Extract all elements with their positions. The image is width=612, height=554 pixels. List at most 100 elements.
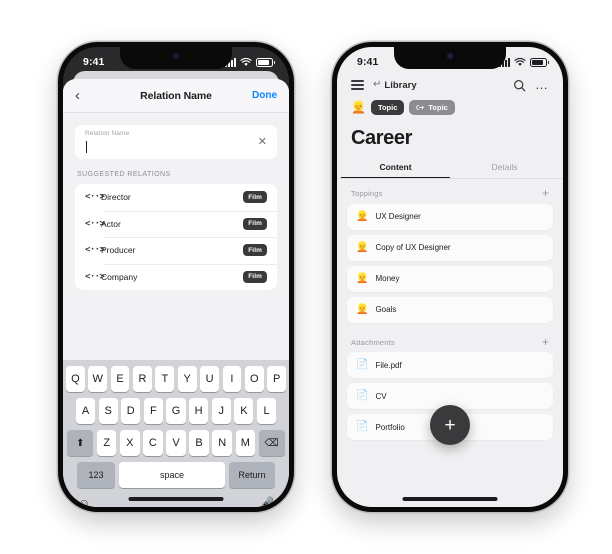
item-label: Goals: [375, 305, 397, 315]
microphone-icon[interactable]: 🎤: [259, 496, 274, 507]
tab-bar: Content Details: [337, 156, 563, 179]
item-label: Copy of UX Designer: [375, 243, 451, 253]
section-title: Attachments: [351, 337, 395, 347]
clear-input-icon[interactable]: ✕: [258, 136, 267, 148]
space-key[interactable]: space: [119, 462, 225, 488]
badge-label: Topic: [377, 102, 398, 112]
item-label: UX Designer: [375, 212, 421, 222]
add-floating-action-button[interactable]: +: [430, 405, 470, 445]
key-d[interactable]: D: [121, 398, 141, 424]
backspace-key[interactable]: ⌫: [258, 430, 285, 456]
list-item[interactable]: <··> Director Film: [75, 184, 277, 211]
list-item[interactable]: <··> Actor Film: [75, 210, 277, 238]
list-item[interactable]: 📄 File.pdf: [347, 352, 553, 379]
person-emoji-icon: 👱: [356, 303, 369, 315]
key-y[interactable]: Y: [177, 366, 197, 392]
relation-icon: <··>: [85, 245, 105, 256]
key-k[interactable]: K: [234, 398, 254, 424]
key-j[interactable]: J: [211, 398, 231, 424]
badges-row: 👱 Topic Topic: [337, 95, 563, 119]
breadcrumb-label: Library: [384, 79, 417, 91]
key-x[interactable]: X: [120, 430, 140, 456]
key-e[interactable]: E: [110, 366, 130, 392]
key-c[interactable]: C: [143, 430, 163, 456]
link-chain-icon: [416, 104, 425, 110]
key-a[interactable]: A: [75, 398, 96, 424]
text-cursor: [85, 141, 87, 153]
list-item[interactable]: <··> Producer Film: [75, 237, 277, 264]
list-item[interactable]: 👱 Goals: [347, 296, 553, 323]
keyboard-row-2: A S D F G H J K L: [66, 398, 286, 424]
more-horizontal-icon[interactable]: …: [535, 78, 549, 91]
list-item[interactable]: 👱 Copy of UX Designer: [347, 234, 553, 261]
key-n[interactable]: N: [212, 430, 232, 456]
battery-icon: [530, 57, 549, 67]
section-title: Toppings: [351, 189, 383, 199]
status-time: 9:41: [357, 56, 379, 68]
relation-label: Producer: [101, 245, 136, 256]
screenshot-canvas: 9:41 ‹ Relation Name Done Relation Name …: [0, 0, 612, 554]
status-badge: Film: [243, 244, 267, 257]
key-w[interactable]: W: [88, 366, 108, 392]
add-attachment-icon[interactable]: +: [542, 336, 549, 348]
key-h[interactable]: H: [189, 398, 209, 424]
document-icon: 📄: [356, 421, 369, 433]
key-t[interactable]: T: [155, 366, 175, 392]
key-p[interactable]: P: [267, 366, 286, 392]
suggested-relations-list: <··> Director Film <··> Actor Film <··> …: [75, 184, 277, 290]
phone-screen-right: 9:41 ↵ Library … 👱 Topic Topic Career Co…: [337, 47, 563, 507]
item-label: File.pdf: [375, 360, 402, 370]
key-q[interactable]: Q: [66, 366, 85, 392]
emoji-smiley-icon[interactable]: ☺: [78, 496, 90, 507]
shift-key[interactable]: ⬆: [67, 430, 94, 456]
suggested-relations-label: SUGGESTED RELATIONS: [77, 171, 171, 178]
key-r[interactable]: R: [133, 366, 152, 392]
status-badge: Film: [243, 217, 267, 230]
relation-name-input[interactable]: Relation Name ✕: [75, 125, 277, 159]
tab-content[interactable]: Content: [341, 156, 450, 178]
numbers-key[interactable]: 123: [77, 462, 115, 488]
section-header-toppings: Toppings +: [337, 179, 563, 204]
on-screen-keyboard[interactable]: Q W E R T Y U I O P A S D F G H J K L ⬆ …: [63, 360, 289, 507]
relation-icon: <··>: [85, 218, 105, 229]
phone-device-right: 9:41 ↵ Library … 👱 Topic Topic Career Co…: [332, 42, 568, 512]
item-label: Portfolio: [375, 422, 405, 432]
home-indicator: [402, 497, 498, 501]
key-o[interactable]: O: [244, 366, 264, 392]
keyboard-row-3: ⬆ Z X C V B N M ⌫: [66, 430, 286, 456]
list-item[interactable]: <··> Company Film: [75, 263, 277, 291]
relation-icon: <··>: [85, 271, 105, 282]
device-notch: [120, 47, 232, 69]
key-u[interactable]: U: [200, 366, 219, 392]
item-label: Money: [375, 274, 400, 284]
badge-label: Topic: [428, 102, 448, 112]
key-z[interactable]: Z: [96, 430, 117, 456]
relation-name-field-wrap: Relation Name ✕: [63, 113, 289, 159]
search-icon[interactable]: [513, 79, 526, 92]
topic-badge-primary[interactable]: Topic: [370, 99, 405, 115]
list-item[interactable]: 👱 UX Designer: [347, 203, 553, 230]
key-m[interactable]: M: [235, 430, 256, 456]
key-v[interactable]: V: [166, 430, 186, 456]
tab-details[interactable]: Details: [450, 156, 559, 178]
phone-device-left: 9:41 ‹ Relation Name Done Relation Name …: [58, 42, 294, 512]
hamburger-menu-icon[interactable]: [351, 80, 364, 90]
done-button[interactable]: Done: [252, 90, 277, 101]
list-item[interactable]: 👱 Money: [347, 265, 553, 292]
return-key[interactable]: Return: [229, 462, 275, 488]
topic-badge-linked[interactable]: Topic: [409, 99, 455, 115]
field-floating-label: Relation Name: [85, 130, 130, 137]
key-i[interactable]: I: [222, 366, 242, 392]
key-f[interactable]: F: [143, 398, 163, 424]
breadcrumb[interactable]: ↵ Library: [373, 80, 417, 91]
status-time: 9:41: [83, 56, 105, 68]
status-badge: Film: [243, 270, 267, 283]
key-l[interactable]: L: [256, 398, 277, 424]
key-s[interactable]: S: [98, 398, 118, 424]
wifi-icon: [240, 57, 252, 66]
relation-label: Director: [101, 192, 131, 203]
key-g[interactable]: G: [166, 398, 186, 424]
status-badge: Film: [243, 191, 267, 204]
key-b[interactable]: B: [189, 430, 209, 456]
add-topping-icon[interactable]: +: [542, 187, 549, 199]
